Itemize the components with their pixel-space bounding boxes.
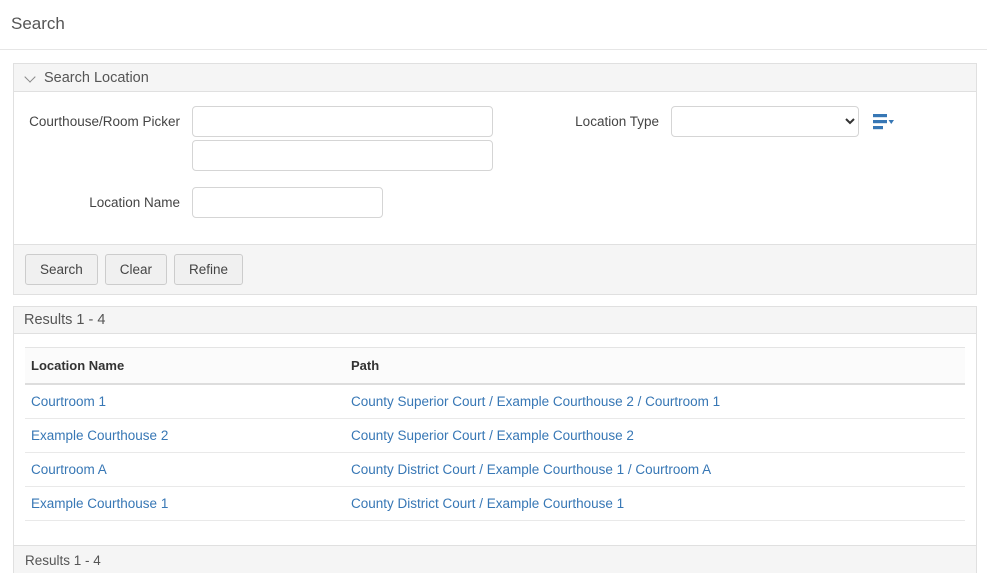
results-panel-header: Results 1 - 4 [14, 307, 976, 334]
location-name-link[interactable]: Example Courthouse 2 [31, 428, 168, 443]
cell-path: County Superior Court / Example Courthou… [345, 419, 965, 453]
location-name-control [192, 187, 383, 218]
courthouse-room-picker-label: Courthouse/Room Picker [25, 106, 180, 130]
results-footer: Results 1 - 4 [14, 545, 976, 573]
field-location-type: Location Type [493, 106, 895, 137]
search-location-panel-title: Search Location [44, 70, 149, 86]
cell-location-name: Courtroom 1 [25, 384, 345, 419]
form-row-picker: Courthouse/Room Picker Location Type [14, 106, 976, 171]
search-location-panel-header[interactable]: Search Location [14, 64, 976, 92]
results-count-label: Results 1 - 4 [24, 312, 105, 328]
search-button[interactable]: Search [25, 254, 98, 285]
cell-location-name: Example Courthouse 1 [25, 487, 345, 521]
location-name-link[interactable]: Example Courthouse 1 [31, 496, 168, 511]
courthouse-room-picker-input-1[interactable] [192, 106, 493, 137]
search-location-panel: Search Location Courthouse/Room Picker L… [13, 63, 977, 295]
table-row: Courtroom A County District Court / Exam… [25, 453, 965, 487]
form-row-location-name: Location Name [14, 187, 976, 218]
table-row: Example Courthouse 2 County Superior Cou… [25, 419, 965, 453]
location-name-link[interactable]: Courtroom 1 [31, 394, 106, 409]
courthouse-room-picker-inputs [192, 106, 493, 171]
location-type-label: Location Type [529, 106, 659, 130]
search-form-actions: Search Clear Refine [14, 244, 976, 294]
chevron-down-icon[interactable] [24, 71, 37, 84]
courthouse-room-picker-input-2[interactable] [192, 140, 493, 171]
search-form: Courthouse/Room Picker Location Type [14, 92, 976, 244]
list-dropdown-icon[interactable] [873, 112, 895, 132]
table-row: Courtroom 1 County Superior Court / Exam… [25, 384, 965, 419]
cell-location-name: Courtroom A [25, 453, 345, 487]
results-table: Location Name Path Courtroom 1 County Su… [25, 347, 965, 521]
cell-path: County District Court / Example Courthou… [345, 487, 965, 521]
page-title-bar: Search [0, 0, 987, 50]
cell-location-name: Example Courthouse 2 [25, 419, 345, 453]
refine-button[interactable]: Refine [174, 254, 243, 285]
table-row: Example Courthouse 1 County District Cou… [25, 487, 965, 521]
field-courthouse-room-picker: Courthouse/Room Picker [14, 106, 493, 171]
field-location-name: Location Name [14, 187, 383, 218]
column-header-location-name[interactable]: Location Name [25, 348, 345, 385]
location-name-link[interactable]: Courtroom A [31, 462, 107, 477]
results-table-container: Location Name Path Courtroom 1 County Su… [14, 334, 976, 545]
page-title: Search [11, 14, 987, 34]
clear-button[interactable]: Clear [105, 254, 167, 285]
location-name-label: Location Name [25, 187, 180, 211]
cell-path: County Superior Court / Example Courthou… [345, 384, 965, 419]
column-header-path[interactable]: Path [345, 348, 965, 385]
path-link[interactable]: County Superior Court / Example Courthou… [351, 394, 720, 409]
results-table-body: Courtroom 1 County Superior Court / Exam… [25, 384, 965, 521]
cell-path: County District Court / Example Courthou… [345, 453, 965, 487]
path-link[interactable]: County Superior Court / Example Courthou… [351, 428, 634, 443]
location-name-input[interactable] [192, 187, 383, 218]
location-type-select[interactable] [671, 106, 859, 137]
results-panel: Results 1 - 4 Location Name Path Courtro… [13, 306, 977, 573]
path-link[interactable]: County District Court / Example Courthou… [351, 462, 711, 477]
location-type-control [671, 106, 859, 137]
results-table-head: Location Name Path [25, 348, 965, 385]
table-header-row: Location Name Path [25, 348, 965, 385]
path-link[interactable]: County District Court / Example Courthou… [351, 496, 624, 511]
